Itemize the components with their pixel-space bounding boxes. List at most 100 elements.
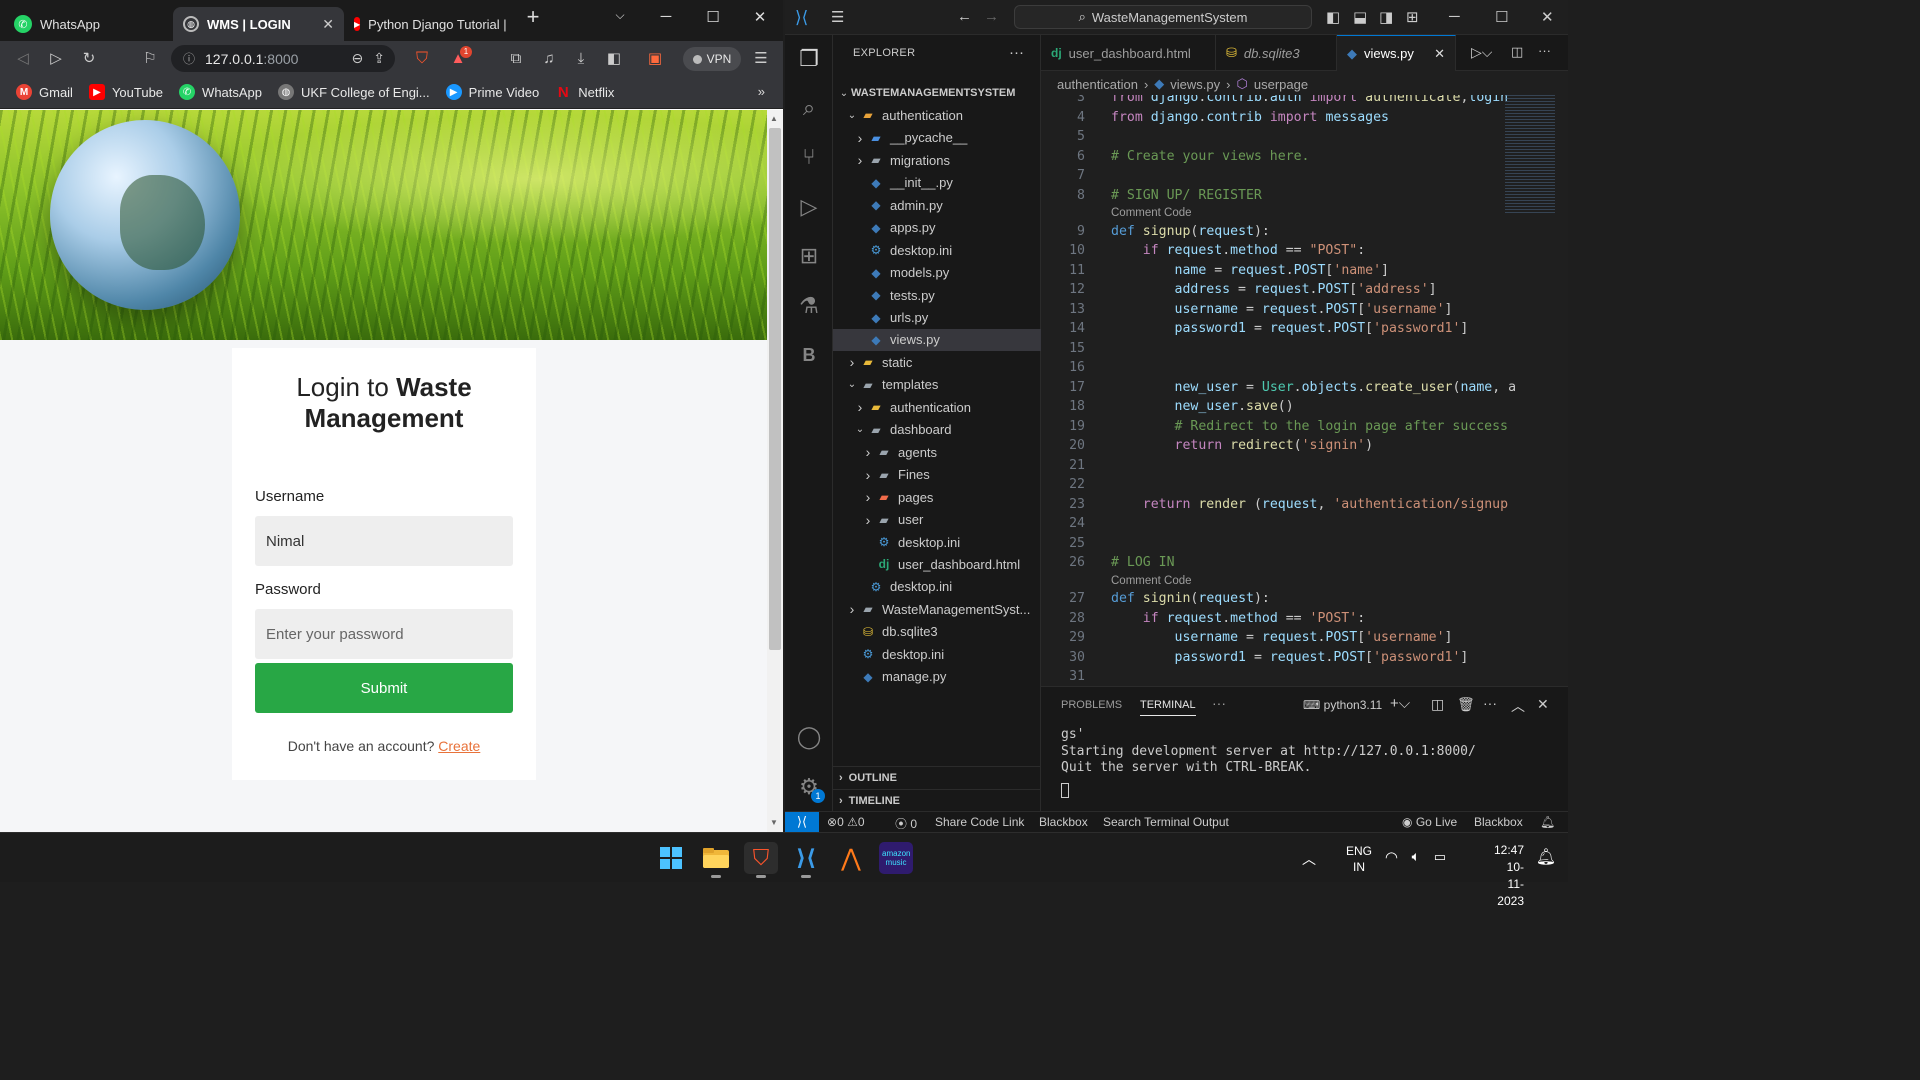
brave-browser-icon[interactable]: ⛉ <box>744 842 778 878</box>
toggle-sidebar-icon[interactable]: ◧ <box>1326 8 1340 26</box>
share-code-link[interactable]: Share Code Link <box>935 815 1024 829</box>
extensions-icon[interactable]: ⊞ <box>795 242 823 270</box>
vpn-button[interactable]: VPN <box>683 47 741 71</box>
back-icon[interactable]: ◁ <box>12 49 34 69</box>
tree-folder[interactable]: › ▰ agents <box>833 441 1041 463</box>
blackbox-status-right[interactable]: Blackbox <box>1474 815 1523 829</box>
site-info-icon[interactable]: ⓘ <box>183 50 195 67</box>
close-tab-icon[interactable]: ✕ <box>1434 46 1445 62</box>
close-window-button[interactable]: ✕ <box>1541 8 1554 26</box>
bookmark-prime-video[interactable]: ▶ Prime Video <box>445 84 539 100</box>
extensions-icon[interactable]: ⧉ <box>505 49 527 69</box>
app-launcher-icon[interactable]: ⋀ <box>834 842 868 874</box>
wallet-icon[interactable]: ▣ <box>644 49 666 69</box>
breadcrumb-item[interactable]: authentication <box>1057 77 1138 92</box>
media-icon[interactable]: ♫ <box>538 49 560 69</box>
create-account-link[interactable]: Create <box>438 738 480 754</box>
scroll-up-icon[interactable]: ▲ <box>770 114 778 123</box>
command-center-search[interactable]: ⌕ WasteManagementSystem <box>1014 5 1312 29</box>
scroll-down-icon[interactable]: ▼ <box>770 818 778 827</box>
bookmark-youtube[interactable]: ▶ YouTube <box>88 84 163 100</box>
tree-file[interactable]: ◆ views.py <box>833 328 1041 351</box>
menu-icon[interactable]: ☰ <box>750 49 772 69</box>
more-actions-icon[interactable]: ··· <box>1538 43 1551 58</box>
explorer-icon[interactable]: ❐ <box>795 45 823 73</box>
minimize-button[interactable]: ─ <box>1449 8 1460 25</box>
page-scrollbar[interactable]: ▲ ▼ <box>767 110 783 832</box>
tree-file[interactable]: ◆ urls.py <box>833 307 1041 329</box>
zoom-icon[interactable]: ⊖ <box>352 50 364 67</box>
tab-django-tutorial[interactable]: ▶ Python Django Tutorial | <box>344 7 512 41</box>
tab-problems[interactable]: PROBLEMS <box>1061 699 1122 711</box>
tree-file[interactable]: ◆ apps.py <box>833 217 1041 239</box>
username-input[interactable] <box>255 516 513 566</box>
panel-more-icon[interactable]: ··· <box>1212 695 1226 711</box>
language-indicator[interactable]: ENG IN <box>1346 843 1372 875</box>
share-icon[interactable]: ⇪ <box>373 50 385 67</box>
download-icon[interactable]: ⤓ <box>570 49 592 69</box>
password-input[interactable] <box>255 609 513 659</box>
tree-folder[interactable]: › ▰ static <box>833 351 1041 373</box>
file-explorer-icon[interactable] <box>699 842 733 878</box>
battery-icon[interactable]: ▭ <box>1434 849 1446 865</box>
tab-terminal[interactable]: TERMINAL <box>1140 699 1196 716</box>
bookmarks-overflow-icon[interactable]: » <box>758 84 765 99</box>
maximize-button[interactable]: ☐ <box>1495 8 1508 26</box>
tree-file[interactable]: ◆ __init__.py <box>833 172 1041 194</box>
tree-file[interactable]: dj user_dashboard.html <box>833 553 1041 575</box>
close-panel-icon[interactable]: ✕ <box>1537 696 1549 713</box>
toggle-panel-icon[interactable]: ⬓ <box>1353 8 1367 26</box>
back-arrow-icon[interactable]: ← <box>957 8 972 25</box>
search-terminal-output[interactable]: Search Terminal Output <box>1103 815 1229 829</box>
tree-file[interactable]: ◆ admin.py <box>833 194 1041 216</box>
tree-file[interactable]: ⚙ desktop.ini <box>833 239 1041 261</box>
close-tab-icon[interactable]: ✕ <box>322 16 334 33</box>
tree-folder[interactable]: ⌄ ▰ dashboard <box>833 419 1041 441</box>
terminal-output[interactable]: gs' Starting development server at http:/… <box>1061 727 1476 798</box>
tree-file[interactable]: ◆ tests.py <box>833 284 1041 306</box>
tree-folder[interactable]: ⌄ ▰ templates <box>833 374 1041 396</box>
scroll-thumb[interactable] <box>769 128 781 650</box>
tree-file[interactable]: ⛁ db.sqlite3 <box>833 621 1041 643</box>
tab-list-chevron-icon[interactable]: ⌵ <box>607 8 633 23</box>
explorer-more-icon[interactable]: ··· <box>1009 44 1024 61</box>
tab-wms-login[interactable]: ◍ WMS | LOGIN ✕ <box>173 7 344 41</box>
menu-icon[interactable]: ☰ <box>831 8 844 26</box>
bookmark-gmail[interactable]: M Gmail <box>16 84 73 100</box>
wifi-icon[interactable]: ◠ <box>1385 848 1398 866</box>
minimap[interactable] <box>1505 95 1555 215</box>
blackbox-status[interactable]: Blackbox <box>1039 815 1088 829</box>
timeline-section[interactable]: › TIMELINE <box>833 789 1041 811</box>
submit-button[interactable]: Submit <box>255 663 513 713</box>
code-editor[interactable]: 3 from django.contrib.auth import authent… <box>1041 95 1568 686</box>
reload-icon[interactable]: ↻ <box>78 49 100 69</box>
bookmark-netflix[interactable]: N Netflix <box>555 84 615 101</box>
forward-icon[interactable]: ▷ <box>45 49 67 69</box>
tab-user-dashboard-html[interactable]: dj user_dashboard.html <box>1041 35 1216 71</box>
tab-views-py[interactable]: ◆ views.py ✕ <box>1337 35 1456 71</box>
notification-bell-icon[interactable]: 🔔︎ <box>1536 847 1556 867</box>
split-editor-icon[interactable]: ◫ <box>1511 44 1523 60</box>
run-debug-icon[interactable]: ▷ <box>795 193 823 221</box>
tree-file[interactable]: ⚙ desktop.ini <box>833 531 1041 553</box>
breadcrumb-item[interactable]: views.py <box>1170 77 1220 92</box>
tree-folder[interactable]: › ▰ WasteManagementSyst... <box>833 598 1041 620</box>
forward-arrow-icon[interactable]: → <box>984 8 999 25</box>
sidebar-icon[interactable]: ◧ <box>603 49 625 69</box>
maximize-panel-icon[interactable]: ︿ <box>1511 696 1525 716</box>
toggle-secondary-sidebar-icon[interactable]: ◨ <box>1379 8 1393 26</box>
terminal-more-icon[interactable]: ··· <box>1483 695 1497 711</box>
split-terminal-icon[interactable]: ◫ <box>1431 696 1444 713</box>
vscode-app-icon[interactable]: ⟩⟨ <box>789 842 823 878</box>
tree-folder[interactable]: › ▰ pages <box>833 486 1041 508</box>
breadcrumb-item[interactable]: userpage <box>1254 77 1308 92</box>
tree-folder[interactable]: › ▰ migrations <box>833 149 1041 171</box>
source-control-icon[interactable]: ⑂ <box>795 143 823 171</box>
tree-file[interactable]: ◆ manage.py <box>833 666 1041 688</box>
tree-file[interactable]: ⚙ desktop.ini <box>833 576 1041 598</box>
show-hidden-icons-chevron[interactable]: ︿ <box>1302 849 1316 869</box>
ports-status[interactable]: ⦿ 0 <box>895 815 917 832</box>
tree-folder[interactable]: › ▰ user <box>833 509 1041 531</box>
minimize-button[interactable]: ─ <box>653 8 679 25</box>
customize-layout-icon[interactable]: ⊞ <box>1406 8 1419 26</box>
